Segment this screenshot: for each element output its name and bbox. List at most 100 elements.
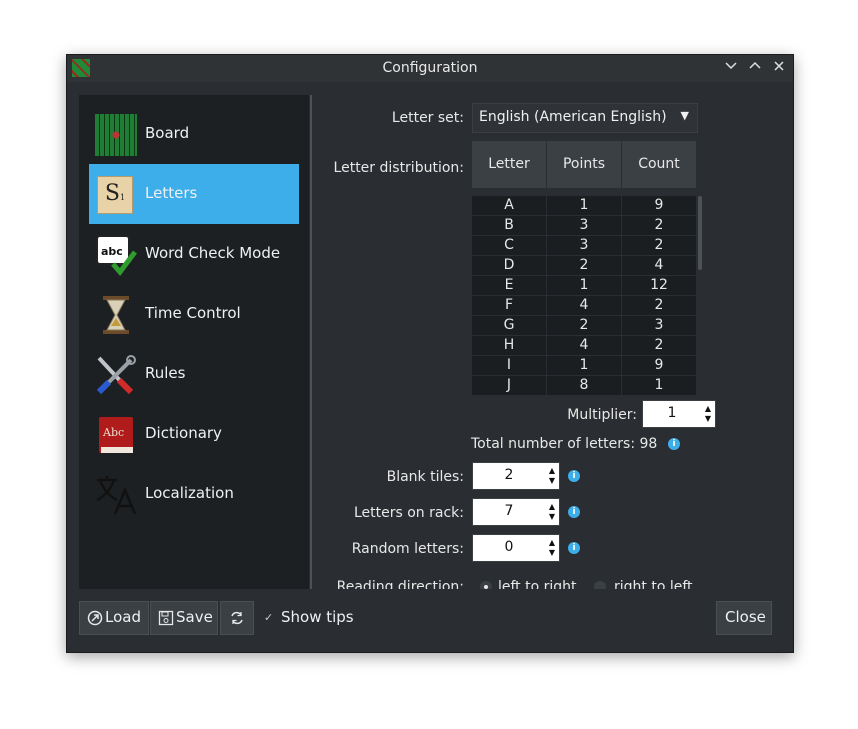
table-cell[interactable]: J bbox=[472, 376, 547, 396]
random-letters-label: Random letters: bbox=[351, 541, 464, 557]
table-cell[interactable]: I bbox=[472, 356, 547, 376]
table-cell[interactable]: 2 bbox=[622, 216, 697, 236]
multiplier-label: Multiplier: bbox=[567, 407, 637, 423]
rtl-radio-label[interactable]: right to left bbox=[614, 579, 693, 589]
save-button[interactable]: Save bbox=[150, 601, 218, 635]
table-cell[interactable]: 9 bbox=[622, 196, 697, 216]
close-button[interactable]: Close bbox=[716, 601, 772, 635]
load-button[interactable]: Load bbox=[79, 601, 149, 635]
svg-text:Abc: Abc bbox=[102, 426, 124, 439]
save-icon bbox=[158, 610, 174, 626]
letter-set-dropdown[interactable]: English (American English) ▼ bbox=[472, 103, 698, 133]
table-cell[interactable]: 9 bbox=[622, 356, 697, 376]
table-cell[interactable]: D bbox=[472, 256, 547, 276]
table-cell[interactable]: 1 bbox=[547, 356, 622, 376]
spin-up-icon[interactable]: ▲ bbox=[547, 538, 557, 547]
save-label: Save bbox=[176, 608, 213, 626]
spin-down-icon[interactable]: ▼ bbox=[547, 512, 557, 521]
load-label: Load bbox=[105, 608, 141, 626]
letter-set-label: Letter set: bbox=[391, 110, 464, 126]
spin-up-icon[interactable]: ▲ bbox=[703, 404, 713, 413]
sidebar-item-localization[interactable]: Localization bbox=[89, 464, 299, 524]
spin-down-icon[interactable]: ▼ bbox=[703, 414, 713, 423]
table-cell[interactable]: 2 bbox=[622, 336, 697, 356]
table-cell[interactable]: C bbox=[472, 236, 547, 256]
table-cell[interactable]: 2 bbox=[622, 236, 697, 256]
blank-tiles-value: 2 bbox=[504, 467, 514, 483]
ltr-radio[interactable] bbox=[480, 581, 492, 589]
sidebar-item-word-check-mode[interactable]: abc Word Check Mode bbox=[89, 224, 299, 284]
table-cell[interactable]: 4 bbox=[622, 256, 697, 276]
table-cell[interactable]: B bbox=[472, 216, 547, 236]
show-tips-checkbox[interactable]: ✓ bbox=[264, 611, 274, 624]
table-cell[interactable]: 8 bbox=[547, 376, 622, 396]
sidebar-item-board[interactable]: Board bbox=[89, 104, 299, 164]
show-tips-label[interactable]: Show tips bbox=[281, 608, 354, 626]
title-bar[interactable]: Configuration bbox=[67, 55, 793, 82]
chevron-up-icon bbox=[749, 61, 761, 69]
configuration-dialog: Configuration Board S1 Letters abc Word … bbox=[66, 54, 794, 653]
info-icon[interactable]: i bbox=[668, 438, 680, 450]
table-scrollbar[interactable] bbox=[698, 196, 702, 270]
ltr-radio-label[interactable]: left to right bbox=[498, 579, 577, 589]
random-letters-spinbox[interactable]: 0 ▲ ▼ bbox=[472, 534, 560, 562]
letters-on-rack-label: Letters on rack: bbox=[353, 505, 464, 521]
multiplier-value: 1 bbox=[667, 405, 677, 421]
random-letters-value: 0 bbox=[504, 539, 514, 555]
table-cell[interactable]: 12 bbox=[622, 276, 697, 296]
spellcheck-icon: abc bbox=[96, 235, 137, 276]
table-cell[interactable]: 3 bbox=[622, 316, 697, 336]
table-cell[interactable]: 2 bbox=[547, 256, 622, 276]
config-sidebar: Board S1 Letters abc Word Check Mode Tim… bbox=[79, 95, 309, 589]
sidebar-item-label: Board bbox=[145, 124, 190, 142]
spin-down-icon[interactable]: ▼ bbox=[547, 476, 557, 485]
spin-up-icon[interactable]: ▲ bbox=[547, 502, 557, 511]
translate-icon bbox=[96, 476, 137, 515]
table-cell[interactable]: 1 bbox=[622, 376, 697, 396]
table-cell[interactable]: G bbox=[472, 316, 547, 336]
close-window-button[interactable] bbox=[770, 59, 788, 77]
table-cell[interactable]: 3 bbox=[547, 236, 622, 256]
rtl-radio[interactable] bbox=[594, 581, 606, 589]
table-cell[interactable]: 4 bbox=[547, 296, 622, 316]
letter-set-value: English (American English) bbox=[479, 109, 667, 125]
table-cell[interactable]: A bbox=[472, 196, 547, 216]
chevron-down-icon bbox=[725, 62, 737, 70]
letter-distribution-label: Letter distribution: bbox=[333, 160, 464, 176]
svg-text:abc: abc bbox=[101, 245, 123, 258]
multiplier-spinbox[interactable]: 1 ▲ ▼ bbox=[642, 400, 716, 428]
tools-icon bbox=[96, 355, 136, 395]
sidebar-item-label: Localization bbox=[145, 484, 234, 502]
sidebar-item-letters[interactable]: S1 Letters bbox=[89, 164, 299, 224]
minimize-button[interactable] bbox=[722, 59, 740, 77]
info-icon[interactable]: i bbox=[568, 506, 580, 518]
table-cell[interactable]: 2 bbox=[622, 296, 697, 316]
sidebar-item-label: Rules bbox=[145, 364, 186, 382]
blank-tiles-spinbox[interactable]: 2 ▲ ▼ bbox=[472, 462, 560, 490]
table-cell[interactable]: E bbox=[472, 276, 547, 296]
hourglass-icon bbox=[103, 296, 129, 334]
table-cell[interactable]: 1 bbox=[547, 196, 622, 216]
sidebar-item-rules[interactable]: Rules bbox=[89, 344, 299, 404]
info-icon[interactable]: i bbox=[568, 542, 580, 554]
info-icon[interactable]: i bbox=[568, 470, 580, 482]
column-header-points[interactable]: Points bbox=[547, 141, 622, 188]
table-cell[interactable]: F bbox=[472, 296, 547, 316]
letters-settings-panel: Letter set: English (American English) ▼… bbox=[312, 95, 782, 589]
table-cell[interactable]: H bbox=[472, 336, 547, 356]
table-cell[interactable]: 1 bbox=[547, 276, 622, 296]
letters-on-rack-spinbox[interactable]: 7 ▲ ▼ bbox=[472, 498, 560, 526]
sidebar-item-dictionary[interactable]: Abc Dictionary bbox=[89, 404, 299, 464]
sidebar-item-time-control[interactable]: Time Control bbox=[89, 284, 299, 344]
column-header-letter[interactable]: Letter bbox=[472, 141, 547, 188]
sidebar-item-label: Dictionary bbox=[145, 424, 222, 442]
reset-button[interactable] bbox=[220, 601, 254, 635]
table-cell[interactable]: 2 bbox=[547, 316, 622, 336]
board-icon bbox=[95, 114, 137, 156]
column-header-count[interactable]: Count bbox=[622, 141, 697, 188]
spin-up-icon[interactable]: ▲ bbox=[547, 466, 557, 475]
table-cell[interactable]: 4 bbox=[547, 336, 622, 356]
maximize-button[interactable] bbox=[746, 59, 764, 77]
table-cell[interactable]: 3 bbox=[547, 216, 622, 236]
spin-down-icon[interactable]: ▼ bbox=[547, 548, 557, 557]
